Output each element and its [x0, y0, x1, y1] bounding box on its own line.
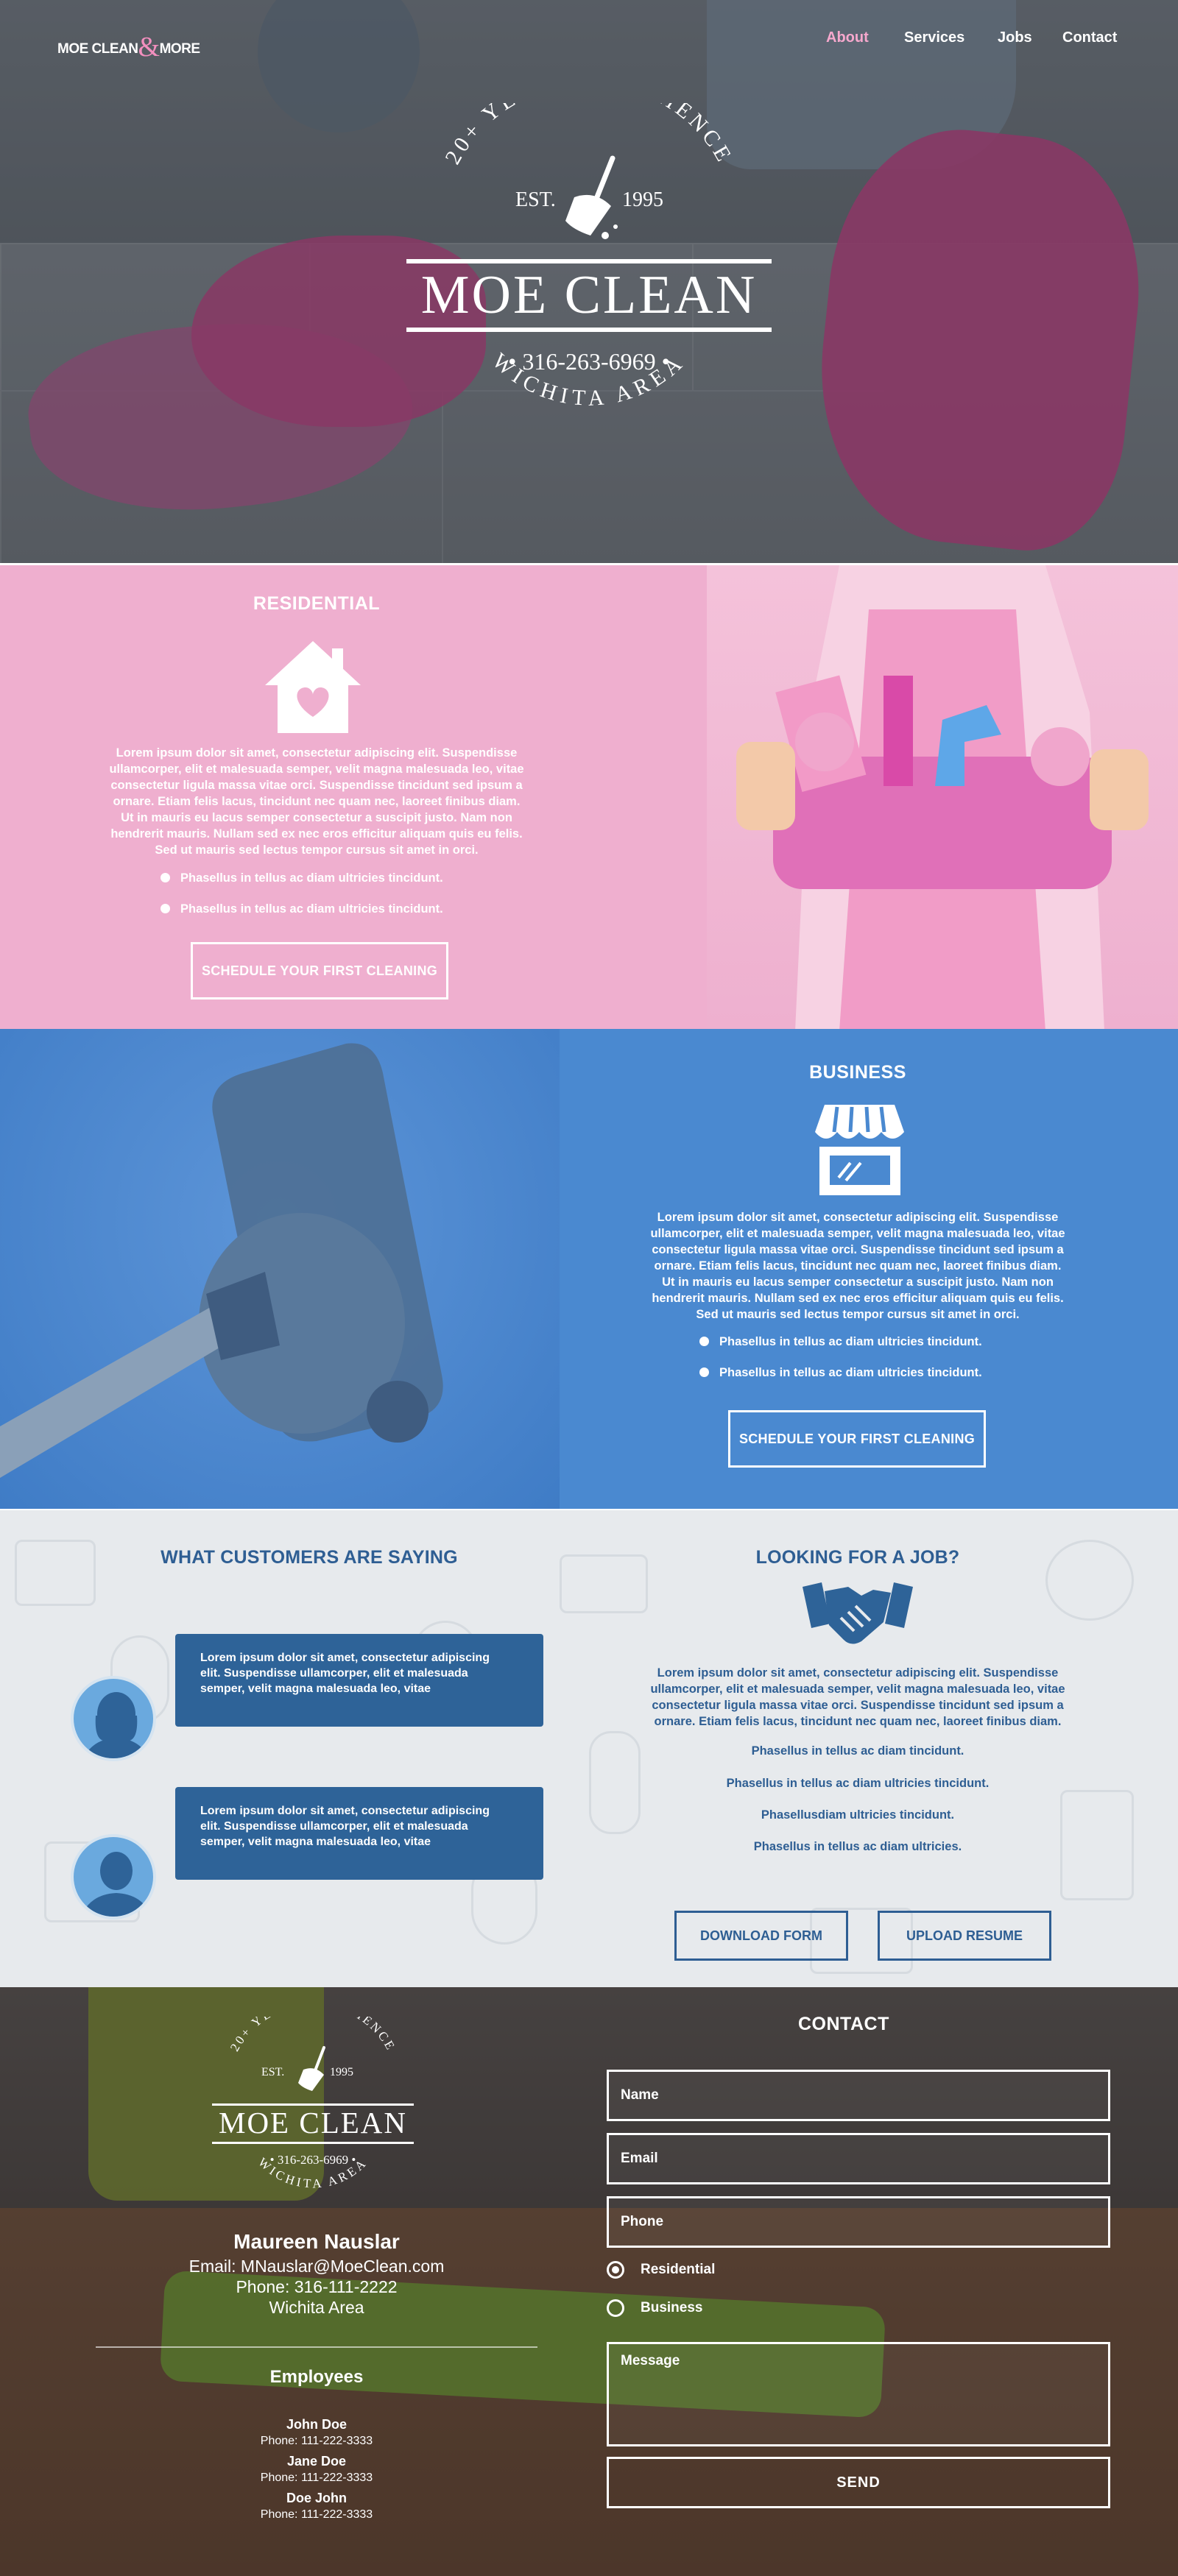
residential-radio[interactable]: Residential [607, 2261, 715, 2279]
business-section: BUSINESS Lorem ipsum dolor sit amet, con… [0, 1029, 1178, 1509]
logo-arc-top-text: 20+ YEARS EXPERIENCE [440, 103, 737, 169]
email-field[interactable] [607, 2133, 1110, 2184]
radio-selected-icon[interactable] [607, 2261, 624, 2279]
testimonials-title: WHAT CUSTOMERS ARE SAYING [161, 1547, 458, 1568]
footer-logo-est: EST. [261, 2066, 284, 2078]
employees-title: Employees [269, 2367, 364, 2387]
bullet-dot-icon [161, 873, 170, 882]
testimonials-jobs-section: WHAT CUSTOMERS ARE SAYING Lorem ipsum do… [0, 1509, 1178, 1987]
owner-phone[interactable]: Phone: 316-111-2222 [96, 2277, 537, 2297]
nav-link-services[interactable]: Services [904, 29, 964, 46]
residential-bullet: Phasellus in tellus ac diam ultricies ti… [161, 902, 443, 916]
hero-company-logo: 20+ YEARS EXPERIENCE EST. 1995 MOE CLEAN… [406, 103, 772, 411]
hero-section: MOE CLEAN&MORE About Services Jobs Conta… [0, 0, 1178, 563]
house-heart-icon [265, 641, 361, 733]
employee-phone: Phone: 111-222-3333 [260, 2471, 373, 2484]
storefront-icon [815, 1105, 904, 1195]
message-field[interactable] [607, 2342, 1110, 2446]
business-title: BUSINESS [809, 1062, 906, 1083]
residential-description: Lorem ipsum dolor sit amet, consectetur … [109, 746, 524, 857]
contact-divider [96, 2346, 537, 2348]
nav-link-jobs[interactable]: Jobs [998, 29, 1032, 46]
residential-schedule-button[interactable]: SCHEDULE YOUR FIRST CLEANING [191, 942, 448, 999]
jobs-title: LOOKING FOR A JOB? [755, 1547, 960, 1568]
footer-logo-arc-top: 20+ YEARS EXPERIENCE [228, 2017, 398, 2053]
logo-year-text: 1995 [622, 188, 663, 211]
employee-name: John Doe [286, 2417, 347, 2432]
testimonial-quote: Lorem ipsum dolor sit amet, consectetur … [175, 1787, 543, 1880]
business-description: Lorem ipsum dolor sit amet, consectetur … [650, 1211, 1065, 1321]
employee-phone: Phone: 111-222-3333 [260, 2508, 373, 2521]
business-bullet: Phasellus in tellus ac diam ultricies ti… [699, 1335, 982, 1349]
vacuum-carpet-photo [0, 1029, 560, 1509]
bullet-dot-icon [699, 1337, 709, 1346]
business-schedule-button[interactable]: SCHEDULE YOUR FIRST CLEANING [728, 1410, 986, 1468]
radio-unselected-icon[interactable] [607, 2299, 624, 2317]
top-navigation: MOE CLEAN&MORE About Services Jobs Conta… [0, 0, 1178, 74]
owner-email[interactable]: Email: MNauslar@MoeClean.com [96, 2257, 537, 2276]
footer-logo-phone: • 316-263-6969 • [270, 2153, 356, 2167]
nav-link-about[interactable]: About [826, 29, 869, 46]
contact-title: CONTACT [798, 2014, 889, 2034]
send-button[interactable]: SEND [607, 2457, 1110, 2508]
nav-link-contact[interactable]: Contact [1062, 29, 1117, 46]
handshake-icon [803, 1582, 913, 1644]
broom-icon [298, 2046, 325, 2091]
jobs-line: Phasellusdiam ultricies tincidunt. [761, 1808, 955, 1822]
download-form-button[interactable]: DOWNLOAD FORM [674, 1911, 848, 1961]
jobs-line: Phasellus in tellus ac diam tincidunt. [751, 1744, 964, 1758]
owner-area: Wichita Area [269, 2298, 364, 2317]
business-bullet: Phasellus in tellus ac diam ultricies ti… [699, 1366, 982, 1380]
brand-logo[interactable]: MOE CLEAN&MORE [57, 28, 201, 63]
logo-company-name: MOE CLEAN [421, 265, 758, 325]
residential-bullet: Phasellus in tellus ac diam ultricies ti… [161, 871, 443, 885]
phone-field[interactable] [607, 2196, 1110, 2248]
owner-name: Maureen Nauslar [233, 2230, 400, 2253]
customer-avatar [71, 1676, 156, 1761]
jobs-line: Phasellus in tellus ac diam ultricies. [753, 1840, 962, 1853]
employee-name: Jane Doe [286, 2454, 347, 2469]
brand-name-right: MORE [159, 41, 201, 57]
bullet-dot-icon [699, 1367, 709, 1377]
employee-name: Doe John [286, 2491, 347, 2505]
broom-icon [565, 155, 618, 239]
upload-resume-button[interactable]: UPLOAD RESUME [878, 1911, 1051, 1961]
brand-ampersand: & [138, 32, 161, 63]
jobs-line: Phasellus in tellus ac diam ultricies ti… [726, 1777, 990, 1790]
brand-name-left: MOE CLEAN [57, 41, 138, 57]
name-field[interactable] [607, 2070, 1110, 2121]
testimonial-quote: Lorem ipsum dolor sit amet, consectetur … [175, 1634, 543, 1727]
footer-company-logo: 20+ YEARS EXPERIENCE EST. 1995 MOE CLEAN… [212, 2017, 414, 2191]
residential-title: RESIDENTIAL [253, 593, 381, 614]
male-user-icon [80, 1852, 152, 1917]
bullet-dot-icon [161, 904, 170, 913]
logo-phone-text: • 316-263-6969 • [508, 348, 670, 375]
business-radio[interactable]: Business [607, 2299, 702, 2317]
footer-logo-name: MOE CLEAN [219, 2106, 407, 2140]
cleaning-supplies-photo [707, 565, 1178, 1029]
customer-avatar [71, 1834, 156, 1919]
logo-est-text: EST. [515, 188, 556, 211]
jobs-description: Lorem ipsum dolor sit amet, consectetur … [650, 1666, 1065, 1728]
female-user-icon [83, 1692, 149, 1758]
footer-logo-year: 1995 [330, 2066, 353, 2078]
contact-section: 20+ YEARS EXPERIENCE EST. 1995 MOE CLEAN… [0, 1987, 1178, 2576]
employee-phone: Phone: 111-222-3333 [260, 2435, 373, 2447]
residential-section: RESIDENTIAL Lorem ipsum dolor sit amet, … [0, 563, 1178, 1029]
